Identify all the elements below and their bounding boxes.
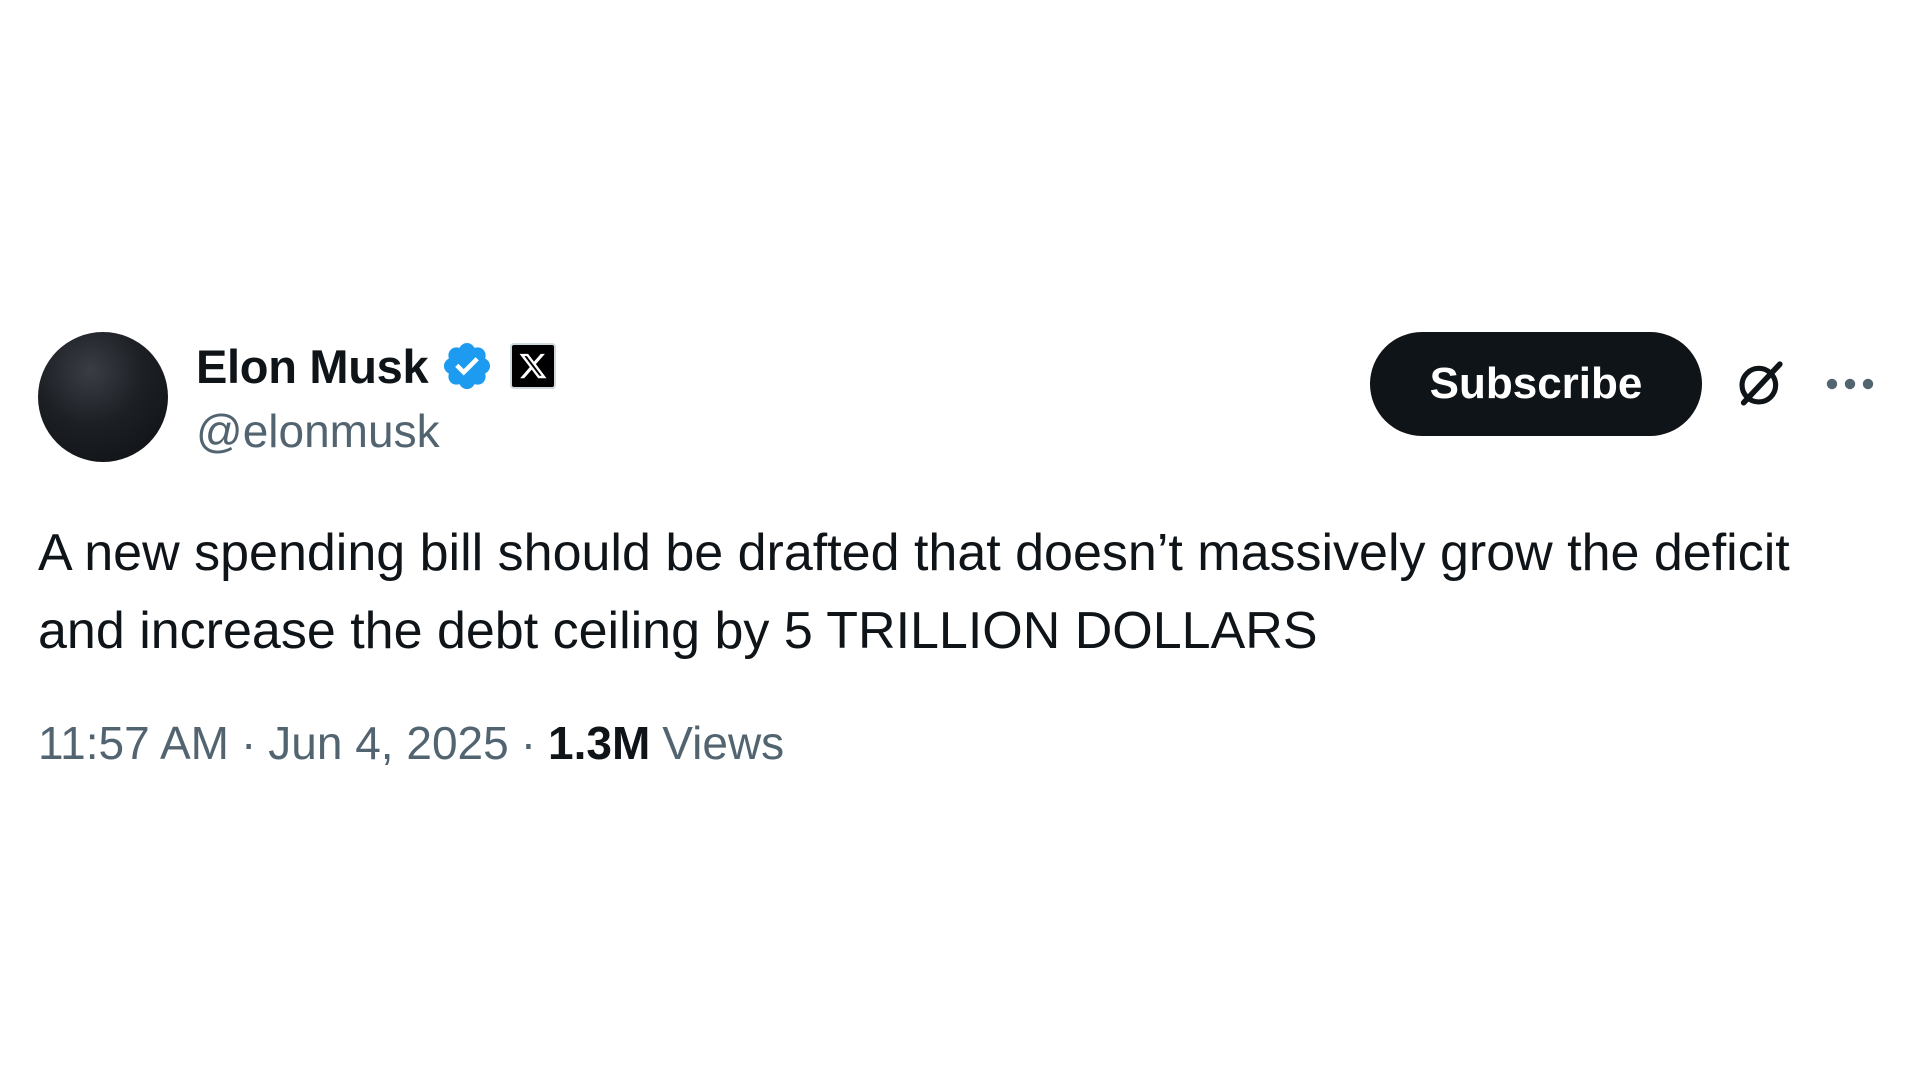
views-label[interactable]: Views bbox=[662, 716, 784, 770]
tweet-header: Elon Musk @elonmusk Subscribe bbox=[38, 332, 1888, 462]
tweet-metadata: 11:57 AM · Jun 4, 2025 · 1.3M Views bbox=[38, 716, 1888, 770]
author-handle[interactable]: @elonmusk bbox=[196, 404, 556, 458]
more-options-icon[interactable] bbox=[1824, 374, 1876, 394]
author-info: Elon Musk @elonmusk bbox=[196, 336, 557, 458]
tweet-text: A new spending bill should be drafted th… bbox=[38, 524, 1790, 660]
x-logo-icon[interactable] bbox=[510, 343, 557, 389]
header-actions: Subscribe bbox=[1370, 332, 1888, 436]
display-name[interactable]: Elon Musk bbox=[196, 339, 429, 394]
verified-badge-icon[interactable] bbox=[440, 339, 494, 393]
separator-dot: · bbox=[520, 717, 537, 769]
grok-icon[interactable] bbox=[1732, 356, 1788, 412]
separator-dot: · bbox=[240, 717, 257, 769]
tweet-time[interactable]: 11:57 AM bbox=[38, 716, 229, 770]
name-row: Elon Musk bbox=[196, 336, 557, 396]
avatar[interactable] bbox=[38, 332, 168, 462]
tweet-date[interactable]: Jun 4, 2025 bbox=[268, 716, 508, 770]
subscribe-button[interactable]: Subscribe bbox=[1370, 332, 1702, 436]
tweet-card: Elon Musk @elonmusk Subscribe A new spen… bbox=[38, 332, 1888, 770]
x-logo-glyph bbox=[519, 353, 547, 379]
views-count[interactable]: 1.3M bbox=[548, 716, 650, 770]
